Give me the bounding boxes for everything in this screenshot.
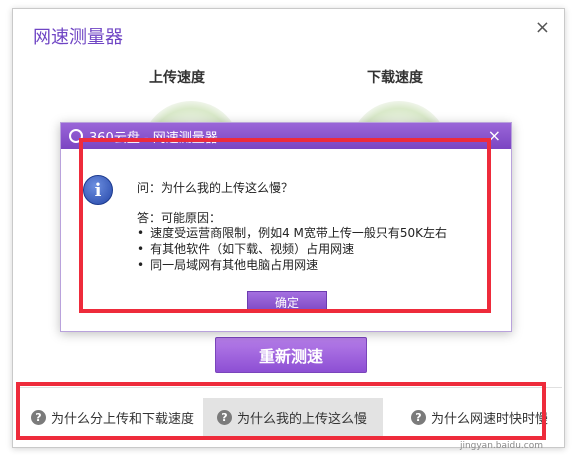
question-icon: ? <box>217 409 232 425</box>
download-speed-label: 下载速度 <box>367 70 423 86</box>
window-close-icon[interactable]: × <box>535 19 550 37</box>
dialog-question: 问：为什么我的上传这么慢？ <box>137 181 294 195</box>
window-title: 网速测量器 <box>33 27 123 48</box>
dialog-header: 360云盘 - 网速测量器 <box>61 123 511 149</box>
list-item: 速度受运营商限制，例如4 M宽带上传一般只有50K左右 <box>137 225 447 241</box>
retest-button[interactable]: 重新测速 <box>215 337 367 373</box>
dialog-answer-label: 答：可能原因： <box>137 211 222 225</box>
tab-why-speed-fluctuates[interactable]: ? 为什么网速时快时慢 <box>397 398 562 436</box>
tab-label: 为什么网速时快时慢 <box>431 411 549 427</box>
upload-speed-label: 上传速度 <box>149 70 205 86</box>
info-icon: i <box>83 175 113 205</box>
reason-list: 速度受运营商限制，例如4 M宽带上传一般只有50K左右 有其他软件（如下载、视频… <box>137 225 447 273</box>
tab-label: 为什么分上传和下载速度 <box>51 411 195 427</box>
info-dialog: 360云盘 - 网速测量器 × i 问：为什么我的上传这么慢？ 答：可能原因： … <box>60 122 512 332</box>
faq-tab-bar: ? 为什么分上传和下载速度 ? 为什么我的上传这么慢 ? 为什么网速时快时慢 <box>17 387 562 445</box>
ok-button[interactable]: 确定 <box>247 291 327 313</box>
question-icon: ? <box>411 409 426 425</box>
dialog-close-icon[interactable]: × <box>488 126 501 145</box>
cloud-logo-icon <box>69 129 83 143</box>
tab-why-upload-slow[interactable]: ? 为什么我的上传这么慢 <box>203 398 383 436</box>
tab-label: 为什么我的上传这么慢 <box>237 411 368 427</box>
dialog-title: 360云盘 - 网速测量器 <box>89 130 218 146</box>
list-item: 同一局域网有其他电脑占用网速 <box>137 257 447 273</box>
watermark-text: jingyan.baidu.com <box>459 441 543 451</box>
tab-why-upload-download-differ[interactable]: ? 为什么分上传和下载速度 <box>17 398 199 436</box>
list-item: 有其他软件（如下载、视频）占用网速 <box>137 241 447 257</box>
question-icon: ? <box>31 409 46 425</box>
